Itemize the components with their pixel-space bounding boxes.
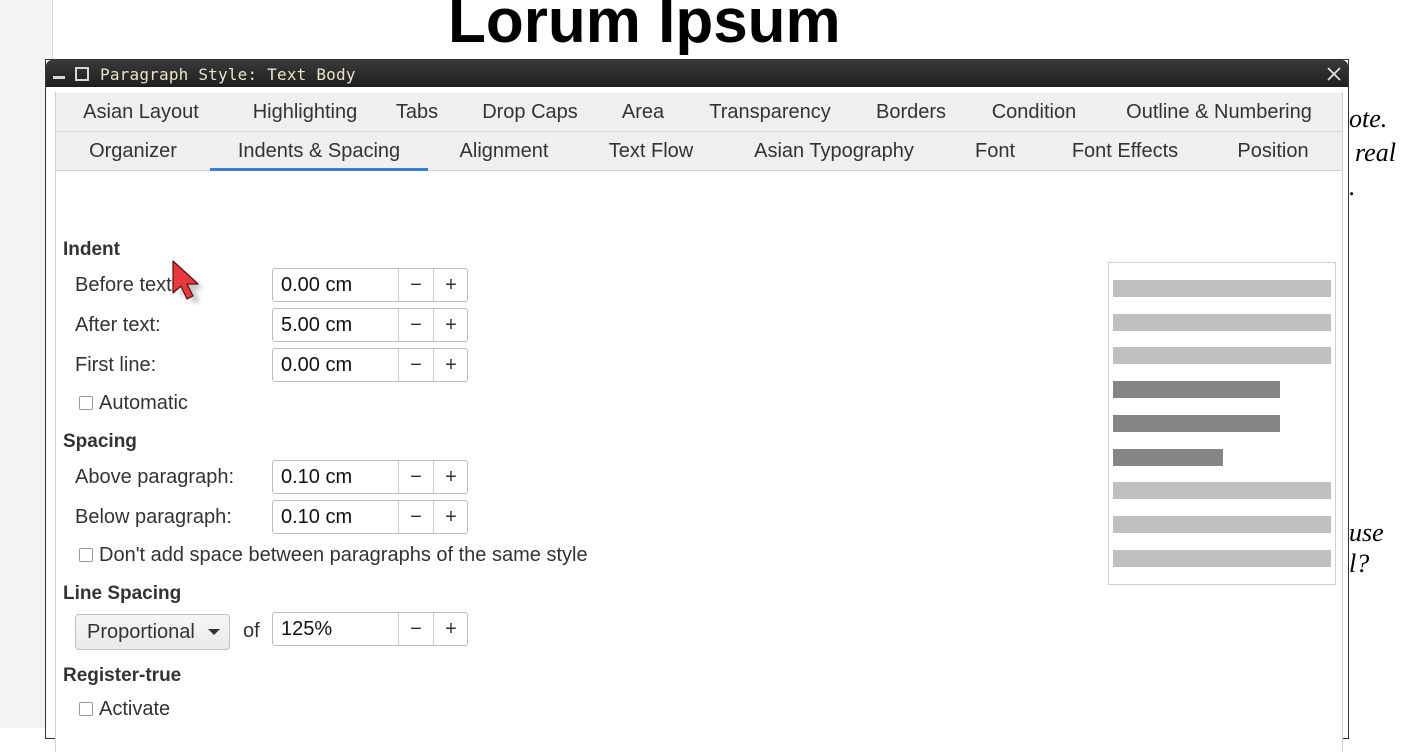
before-text-label: Before text: xyxy=(75,274,178,296)
paragraph-style-dialog: Paragraph Style: Text Body Asian Layout … xyxy=(45,59,1349,752)
tab-font[interactable]: Font xyxy=(963,132,1027,170)
tab-alignment[interactable]: Alignment xyxy=(445,132,563,170)
document-heading: Lorum Ipsum xyxy=(448,0,841,56)
document-text-fragment: . xyxy=(1349,172,1356,201)
dialog-content: Asian Layout Highlighting Tabs Drop Caps… xyxy=(55,92,1343,752)
paragraph-preview xyxy=(1108,262,1336,585)
above-paragraph-label: Above paragraph: xyxy=(75,466,235,488)
dropdown-arrow-icon[interactable] xyxy=(208,629,220,635)
decrement-button[interactable]: − xyxy=(398,461,433,493)
no-space-same-style-label[interactable]: Don't add space between paragraphs of th… xyxy=(99,544,588,566)
above-paragraph-spinbox[interactable]: 0.10 cm − + xyxy=(272,460,468,494)
decrement-button[interactable]: − xyxy=(398,501,433,533)
indent-section-title: Indent xyxy=(63,239,120,260)
preview-line-current xyxy=(1113,415,1280,432)
preview-line-current xyxy=(1113,381,1280,398)
decrement-button[interactable]: − xyxy=(398,613,433,645)
tab-tabs[interactable]: Tabs xyxy=(389,93,445,131)
below-paragraph-label: Below paragraph: xyxy=(75,506,232,528)
document-text-fragment: l? xyxy=(1349,549,1370,578)
checkbox-box[interactable] xyxy=(79,702,93,716)
minimize-icon[interactable] xyxy=(53,76,65,79)
preview-line-context xyxy=(1113,482,1331,499)
increment-button[interactable]: + xyxy=(433,613,468,645)
decrement-button[interactable]: − xyxy=(398,269,433,301)
tab-borders[interactable]: Borders xyxy=(865,93,957,131)
maximize-icon[interactable] xyxy=(75,67,89,81)
dialog-titlebar[interactable]: Paragraph Style: Text Body xyxy=(46,60,1348,87)
tab-row-top: Asian Layout Highlighting Tabs Drop Caps… xyxy=(56,93,1342,132)
line-spacing-value-input[interactable]: 125% xyxy=(281,613,332,645)
after-text-input[interactable]: 5.00 cm xyxy=(281,309,352,341)
mouse-cursor-icon xyxy=(172,260,204,304)
tab-indents-spacing[interactable]: Indents & Spacing xyxy=(210,132,428,171)
increment-button[interactable]: + xyxy=(433,501,468,533)
tab-font-effects[interactable]: Font Effects xyxy=(1055,132,1195,170)
below-paragraph-spinbox[interactable]: 0.10 cm − + xyxy=(272,500,468,534)
decrement-button[interactable]: − xyxy=(398,349,433,381)
tab-asian-typography[interactable]: Asian Typography xyxy=(734,132,934,170)
preview-line-context xyxy=(1113,550,1331,567)
decrement-button[interactable]: − xyxy=(398,309,433,341)
activate-label[interactable]: Activate xyxy=(99,698,170,720)
preview-line-context xyxy=(1113,280,1331,297)
tab-asian-layout[interactable]: Asian Layout xyxy=(68,93,214,131)
automatic-label[interactable]: Automatic xyxy=(99,392,188,414)
line-spacing-mode[interactable]: Proportional xyxy=(87,615,195,649)
first-line-input[interactable]: 0.00 cm xyxy=(281,349,352,381)
tab-transparency[interactable]: Transparency xyxy=(692,93,848,131)
tab-condition[interactable]: Condition xyxy=(977,93,1091,131)
checkbox-box[interactable] xyxy=(79,548,93,562)
below-paragraph-input[interactable]: 0.10 cm xyxy=(281,501,352,533)
above-paragraph-input[interactable]: 0.10 cm xyxy=(281,461,352,493)
tab-organizer[interactable]: Organizer xyxy=(71,132,195,170)
tab-text-flow[interactable]: Text Flow xyxy=(593,132,709,170)
close-icon[interactable] xyxy=(1324,64,1344,84)
of-label: of xyxy=(243,620,260,642)
line-spacing-dropdown[interactable]: Proportional xyxy=(75,614,230,650)
tab-highlighting[interactable]: Highlighting xyxy=(232,93,378,131)
tab-row-bottom: Organizer Indents & Spacing Alignment Te… xyxy=(56,132,1342,171)
tab-area[interactable]: Area xyxy=(613,93,673,131)
before-text-spinbox[interactable]: 0.00 cm − + xyxy=(272,268,468,302)
preview-line-context xyxy=(1113,347,1331,364)
increment-button[interactable]: + xyxy=(433,349,468,381)
increment-button[interactable]: + xyxy=(433,269,468,301)
tab-drop-caps[interactable]: Drop Caps xyxy=(467,93,593,131)
after-text-label: After text: xyxy=(75,314,161,336)
preview-line-current xyxy=(1113,449,1223,466)
tab-outline-numbering[interactable]: Outline & Numbering xyxy=(1109,93,1329,131)
document-text-fragment: ote. xyxy=(1349,104,1388,133)
checkbox-box[interactable] xyxy=(79,396,93,410)
document-text-fragment: use xyxy=(1349,518,1384,547)
preview-line-context xyxy=(1113,516,1331,533)
increment-button[interactable]: + xyxy=(433,309,468,341)
dialog-title: Paragraph Style: Text Body xyxy=(100,65,356,84)
first-line-spinbox[interactable]: 0.00 cm − + xyxy=(272,348,468,382)
tab-position[interactable]: Position xyxy=(1226,132,1320,170)
line-spacing-value-spinbox[interactable]: 125% − + xyxy=(272,612,468,646)
after-text-spinbox[interactable]: 5.00 cm − + xyxy=(272,308,468,342)
before-text-input[interactable]: 0.00 cm xyxy=(281,269,352,301)
preview-line-context xyxy=(1113,314,1331,331)
register-true-section-title: Register-true xyxy=(63,665,182,686)
document-text-fragment: real xyxy=(1355,138,1396,167)
first-line-label: First line: xyxy=(75,354,157,376)
line-spacing-section-title: Line Spacing xyxy=(63,583,182,604)
increment-button[interactable]: + xyxy=(433,461,468,493)
spacing-section-title: Spacing xyxy=(63,431,137,452)
